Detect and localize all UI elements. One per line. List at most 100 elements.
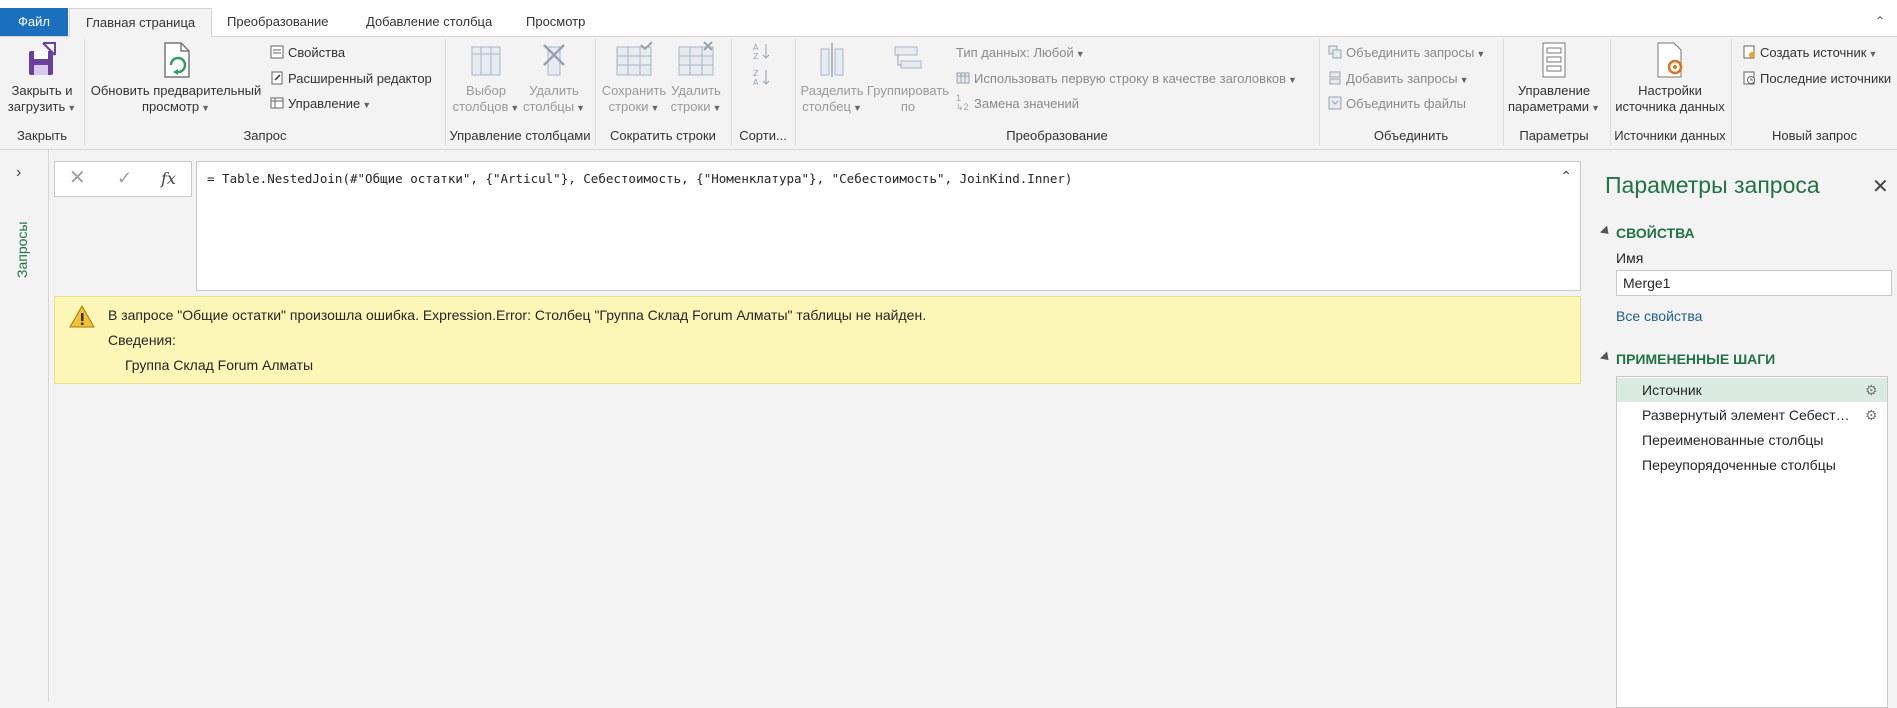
refresh-label-1: Обновить предварительный <box>90 83 262 98</box>
merge-queries-label: Объединить запросы <box>1346 45 1475 60</box>
error-message-box: В запросе "Общие остатки" произошла ошиб… <box>54 296 1581 384</box>
svg-text:Z: Z <box>753 52 759 61</box>
remove-columns-label-2: столбцы <box>523 99 575 114</box>
parameters-icon <box>1542 42 1566 78</box>
applied-step[interactable]: Переименованные столбцы <box>1617 428 1887 452</box>
save-close-icon <box>29 42 56 75</box>
group-label-query: Запрос <box>243 128 287 143</box>
query-name-input[interactable] <box>1616 270 1892 296</box>
close-load-button[interactable]: Закрыть и загрузить ▼ <box>6 41 78 116</box>
first-row-headers-label: Использовать первую строку в качестве за… <box>974 71 1287 86</box>
advanced-editor-label: Расширенный редактор <box>288 71 432 86</box>
remove-columns-button[interactable]: Удалить столбцы ▼ <box>522 41 586 116</box>
data-type-dropdown[interactable]: Тип данных: Любой ▼ <box>956 43 1085 63</box>
step-label: Источник <box>1642 382 1702 398</box>
step-gear-icon[interactable]: ⚙ <box>1865 378 1878 402</box>
keep-rows-button[interactable]: Сохранить строки ▼ <box>600 41 668 116</box>
applied-step[interactable]: Переупорядоченные столбцы <box>1617 453 1887 477</box>
properties-label: Свойства <box>288 45 346 60</box>
close-load-label-1: Закрыть и <box>11 83 73 98</box>
svg-text:Z: Z <box>753 69 759 78</box>
replace-values-label: Замена значений <box>974 96 1080 111</box>
choose-columns-label-2: столбцов <box>452 99 509 114</box>
collapse-formula-icon[interactable]: ⌃ <box>1560 168 1572 185</box>
applied-step[interactable]: Развернутый элемент Себестоимость ⚙ <box>1617 403 1887 427</box>
split-column-label-1: Разделить <box>800 83 864 98</box>
data-source-settings-icon <box>1657 42 1683 78</box>
sort-descending-icon[interactable]: ZA <box>752 67 772 87</box>
close-pane-icon[interactable]: ✕ <box>1872 174 1889 199</box>
tab-view[interactable]: Просмотр <box>510 8 601 36</box>
query-settings-title: Параметры запроса <box>1605 172 1820 198</box>
svg-text:A: A <box>753 78 759 87</box>
manage-parameters-button[interactable]: Управление параметрами ▼ <box>1506 41 1602 116</box>
append-queries-icon <box>1329 71 1341 85</box>
group-label-sources: Источники данных <box>1614 128 1726 143</box>
expand-queries-icon[interactable]: › <box>16 164 21 182</box>
all-properties-link[interactable]: Все свойства <box>1616 308 1702 324</box>
choose-columns-button[interactable]: Выбор столбцов ▼ <box>450 41 522 116</box>
data-source-label-1: Настройки <box>1638 83 1702 98</box>
title-strip <box>0 0 1897 8</box>
choose-columns-label-1: Выбор <box>466 83 506 98</box>
group-label-params: Параметры <box>1519 128 1589 143</box>
tab-transform[interactable]: Преобразование <box>211 8 345 36</box>
combine-files-button[interactable]: Объединить файлы <box>1328 94 1466 114</box>
split-column-button[interactable]: Разделить столбец ▼ <box>798 41 866 116</box>
merge-queries-button[interactable]: Объединить запросы ▼ <box>1328 43 1485 63</box>
advanced-editor-button[interactable]: Расширенный редактор <box>270 69 432 89</box>
replace-values-icon: 1 ↳2 <box>956 93 969 112</box>
append-queries-button[interactable]: Добавить запросы ▼ <box>1328 69 1469 89</box>
applied-step[interactable]: Источник ⚙ <box>1617 378 1887 402</box>
formula-input[interactable]: = Table.NestedJoin(#"Общие остатки", {"A… <box>196 161 1581 291</box>
svg-text:A: A <box>753 43 759 52</box>
manage-button[interactable]: Управление ▼ <box>270 94 371 114</box>
group-label-sort: Сорти... <box>739 128 787 143</box>
formula-buttons: ✕ ✓ fx <box>54 161 192 197</box>
combine-files-icon <box>1328 96 1342 110</box>
properties-button[interactable]: Свойства <box>270 43 345 63</box>
manage-label: Управление <box>288 96 361 111</box>
group-by-button[interactable]: Группировать по <box>866 41 950 115</box>
fx-icon[interactable]: fx <box>161 169 176 188</box>
replace-values-button[interactable]: 1 ↳2 Замена значений <box>956 94 1079 114</box>
group-by-label-1: Группировать <box>866 83 950 98</box>
step-gear-icon[interactable]: ⚙ <box>1865 403 1878 427</box>
group-by-icon <box>894 46 922 69</box>
group-label-new-query: Новый запрос <box>1772 128 1857 143</box>
name-label: Имя <box>1616 250 1644 266</box>
collapse-properties-icon[interactable] <box>1599 225 1613 238</box>
refresh-preview-button[interactable]: Обновить предварительный просмотр ▼ <box>90 41 262 116</box>
formula-text[interactable]: = Table.NestedJoin(#"Общие остатки", {"A… <box>207 171 1072 186</box>
properties-header[interactable]: СВОЙСТВА <box>1616 225 1695 241</box>
collapse-ribbon-icon[interactable]: ⌃ <box>1875 14 1885 28</box>
manage-params-label-2: параметрами <box>1507 99 1590 114</box>
tab-home[interactable]: Главная страница <box>69 8 213 38</box>
warning-icon <box>69 305 95 328</box>
group-label-columns: Управление столбцами <box>449 128 591 143</box>
recent-sources-button[interactable]: Последние источники <box>1742 69 1891 89</box>
recent-sources-label: Последние источники <box>1760 71 1892 86</box>
commit-icon[interactable]: ✓ <box>117 167 132 189</box>
queries-pane-label[interactable]: Запросы <box>14 222 30 278</box>
first-row-headers-button[interactable]: Использовать первую строку в качестве за… <box>956 69 1297 89</box>
new-source-button[interactable]: Создать источник ▼ <box>1742 43 1877 63</box>
data-source-settings-button[interactable]: Настройки источника данных <box>1614 41 1726 115</box>
remove-rows-button[interactable]: Удалить строки ▼ <box>668 41 724 116</box>
collapse-steps-icon[interactable] <box>1599 351 1613 364</box>
cancel-icon[interactable]: ✕ <box>69 167 86 189</box>
remove-rows-label-2: строки <box>670 99 711 114</box>
error-text: В запросе "Общие остатки" произошла ошиб… <box>108 307 927 323</box>
tab-file[interactable]: Файл <box>0 8 68 36</box>
combine-files-label: Объединить файлы <box>1346 96 1466 111</box>
error-details-label: Сведения: <box>108 332 176 348</box>
advanced-editor-icon <box>271 71 283 85</box>
queries-pane: › Запросы <box>0 150 49 701</box>
applied-steps-header[interactable]: ПРИМЕНЕННЫЕ ШАГИ <box>1616 351 1775 367</box>
query-settings-pane: Параметры запроса ✕ СВОЙСТВА Имя Все сво… <box>1592 150 1897 708</box>
group-label-rows: Сократить строки <box>610 128 716 143</box>
tab-add-column[interactable]: Добавление столбца <box>350 8 508 36</box>
step-label: Переименованные столбцы <box>1642 432 1824 448</box>
choose-columns-icon <box>471 46 501 76</box>
merge-queries-icon <box>1328 45 1342 59</box>
